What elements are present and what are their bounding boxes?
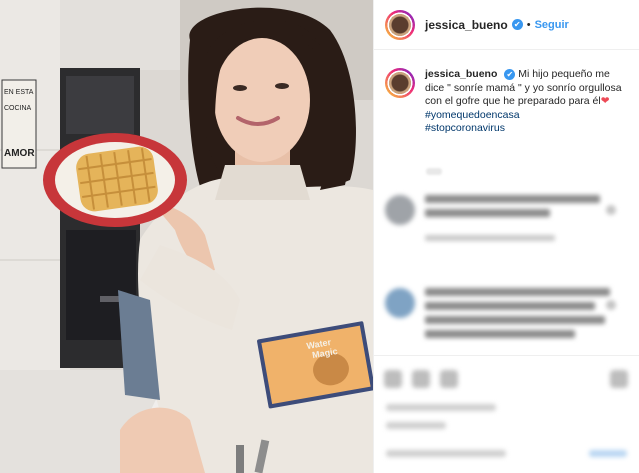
comment-avatar [385,195,415,225]
caption-timestamp-blurred [426,168,442,175]
comment-like-icon[interactable] [606,300,616,310]
follow-button[interactable]: Seguir [535,19,569,31]
add-comment-input[interactable] [386,450,506,457]
actions-section-blurred [374,355,639,473]
verified-badge-icon: ✔ [504,69,516,80]
comment-avatar [385,288,415,318]
comment-item-blurred [385,195,600,241]
like-icon[interactable] [384,370,402,388]
hashtag-link[interactable]: #yomequedoencasa [425,109,625,123]
author-username[interactable]: jessica_bueno [425,18,508,32]
sign-text-1: EN ESTA [4,89,34,96]
separator-dot: • [526,18,531,31]
likes-count-blurred [386,404,496,411]
caption-avatar[interactable] [385,68,415,98]
comment-icon[interactable] [412,370,430,388]
post-caption: jessica_bueno ✔ Mi hijo pequeño me dice … [385,68,635,136]
verified-badge-icon: ✔ [511,19,523,30]
comment-like-icon[interactable] [606,205,616,215]
hashtag-link[interactable]: #stopcoronavirus [425,122,625,136]
post-date-blurred [386,422,446,429]
comment-item-blurred [385,288,610,344]
share-icon[interactable] [440,370,458,388]
caption-text: jessica_bueno ✔ Mi hijo pequeño me dice … [425,68,625,136]
post-image: EN ESTA COCINA AMOR Water Magic [0,0,373,473]
sign-text-3: AMOR [4,148,35,159]
author-avatar[interactable] [385,9,415,40]
bookmark-icon[interactable] [610,370,628,388]
post-header: jessica_bueno ✔ • Seguir [374,0,639,50]
post-sidebar: jessica_bueno ✔ • Seguir jessica_bueno ✔… [373,0,639,473]
caption-username[interactable]: jessica_bueno [425,68,497,80]
heart-emoji-icon: ❤ [600,95,610,107]
post-photo[interactable]: EN ESTA COCINA AMOR Water Magic [0,0,373,473]
sign-text-2: COCINA [4,105,32,112]
publish-button[interactable] [589,450,627,457]
